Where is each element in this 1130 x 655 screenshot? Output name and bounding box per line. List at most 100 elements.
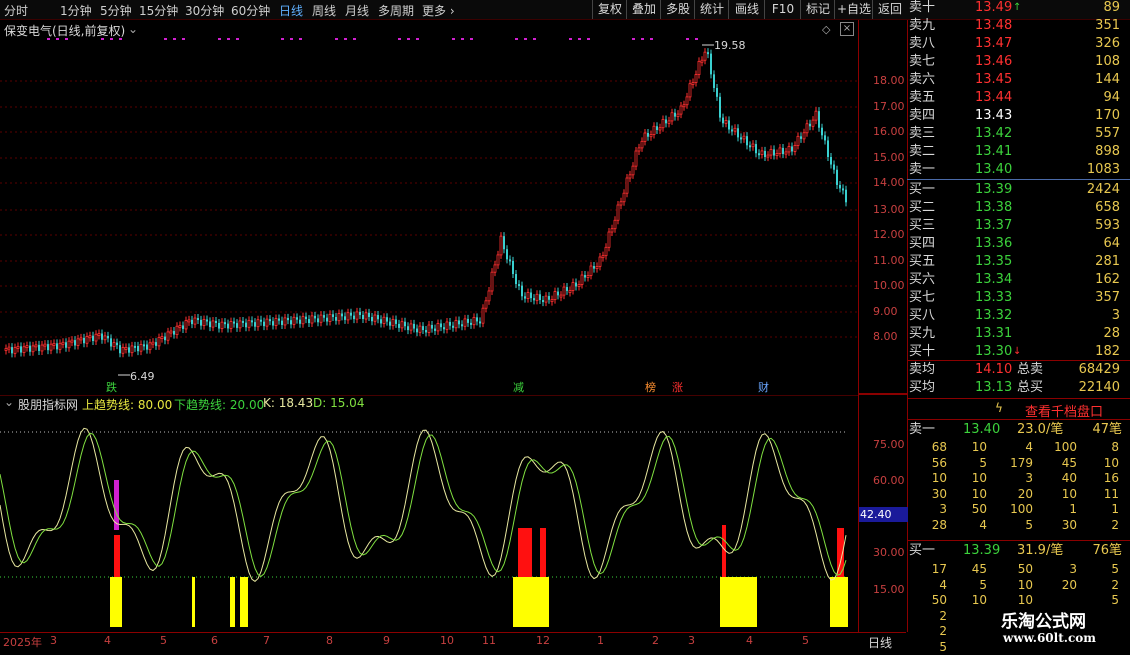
signal-dot — [335, 38, 338, 40]
bid-level-row[interactable]: 买七 13.33 357 — [907, 289, 1130, 307]
period-tab-fenshi[interactable]: 分时 — [4, 2, 28, 19]
bid-level-row[interactable]: 买四 13.36 64 — [907, 235, 1130, 253]
candle-body — [658, 127, 662, 131]
up-trend-label: 上趋势线: 80.00 — [82, 398, 173, 412]
event-marker-zhang[interactable]: 涨 — [672, 379, 683, 395]
candle-body — [400, 321, 404, 329]
event-marker-bang[interactable]: 榜 — [645, 379, 656, 395]
level-price: 13.31 — [975, 326, 1013, 341]
ask-level-row[interactable]: 卖七 13.46 108 — [907, 53, 1130, 71]
ask-level-row[interactable]: 卖十 13.49 ↑ 89 — [907, 0, 1130, 17]
signal-dot — [515, 38, 518, 40]
bid-level-row[interactable]: 买二 13.38 658 — [907, 199, 1130, 217]
candle-body — [598, 256, 602, 267]
period-tab-daily[interactable]: 日线 — [279, 2, 303, 19]
view-depth-button[interactable]: 查看千档盘口 — [1025, 401, 1103, 420]
chevron-down-icon[interactable]: ⌄ — [128, 22, 138, 36]
bid-level-row[interactable]: 买八 13.32 3 — [907, 307, 1130, 325]
ask-level-row[interactable]: 卖八 13.47 326 — [907, 35, 1130, 53]
bid-level-row[interactable]: 买五 13.35 281 — [907, 253, 1130, 271]
candle-body — [670, 112, 674, 122]
back-button[interactable]: 返回 — [872, 0, 907, 19]
period-tab-1min[interactable]: 1分钟 — [60, 2, 92, 19]
bid-level-row[interactable]: 买三 13.37 593 — [907, 217, 1130, 235]
k-value-label: K: 18.43 — [263, 396, 314, 410]
view-depth-bar: ϟ 查看千档盘口 — [907, 398, 1130, 420]
candle-body — [58, 342, 62, 350]
candle-body — [526, 292, 530, 299]
candlestick-chart[interactable]: 保变电气(日线,前复权) ⌄ ◇ × 19.58 6.49 跌 减 榜 涨 财 — [0, 20, 858, 395]
event-marker-cai[interactable]: 财 — [758, 379, 769, 395]
candle-body — [245, 322, 247, 328]
bid1-summary: 买一 13.39 31.9/笔 76笔 — [907, 542, 1130, 560]
ask-level-row[interactable]: 卖五 13.44 94 — [907, 89, 1130, 107]
candle-body — [604, 246, 608, 257]
candle-body — [76, 338, 80, 346]
candle-body — [260, 319, 262, 322]
ask-level-row[interactable]: 卖二 13.41 898 — [907, 143, 1130, 161]
ask1-per-trade: 23.0/笔 — [1017, 422, 1064, 437]
ask-level-row[interactable]: 卖四 13.43 170 — [907, 107, 1130, 125]
candle-body — [458, 320, 460, 325]
period-tab-5min[interactable]: 5分钟 — [100, 2, 132, 19]
ask-level-row[interactable]: 卖六 13.45 144 — [907, 71, 1130, 89]
candle-body — [344, 316, 346, 320]
bid-level-row[interactable]: 买六 13.34 162 — [907, 271, 1130, 289]
signal-bar — [110, 577, 122, 627]
period-tab-multi[interactable]: 多周期 — [378, 2, 414, 19]
ask-level-row[interactable]: 卖一 13.40 1083 — [907, 161, 1130, 179]
candle-body — [247, 319, 251, 328]
bid-level-row[interactable]: 买一 13.39 2424 — [907, 181, 1130, 199]
multi-stock-button[interactable]: 多股 — [660, 0, 695, 19]
event-marker-die[interactable]: 跌 — [106, 379, 117, 395]
queue-row: 10 10 3 40 16 — [907, 471, 1130, 486]
chevron-down-icon[interactable]: ⌄ — [4, 395, 14, 409]
candle-body — [61, 341, 65, 345]
mark-button[interactable]: 标记 — [800, 0, 835, 19]
candle-body — [359, 311, 361, 315]
candle-body — [350, 312, 352, 316]
close-pane-icon[interactable]: × — [840, 22, 854, 36]
period-tab-30min[interactable]: 30分钟 — [185, 2, 224, 19]
signal-bar — [830, 577, 848, 627]
candle-body — [418, 325, 422, 333]
stats-button[interactable]: 统计 — [694, 0, 729, 19]
draw-line-button[interactable]: 画线 — [728, 0, 765, 19]
ask-level-row[interactable]: 卖九 13.48 351 — [907, 17, 1130, 35]
level-volume: 182 — [1095, 344, 1120, 359]
candle-body — [386, 317, 388, 322]
candle-body — [335, 317, 337, 321]
candle-body — [382, 316, 386, 324]
period-label[interactable]: 日线 — [868, 634, 892, 651]
bid-level-row[interactable]: 买九 13.31 28 — [907, 325, 1130, 343]
period-tab-15min[interactable]: 15分钟 — [139, 2, 178, 19]
candle-body — [191, 319, 193, 325]
diamond-icon[interactable]: ◇ — [822, 23, 830, 36]
period-tab-60min[interactable]: 60分钟 — [231, 2, 270, 19]
divider — [907, 540, 1130, 541]
f10-button[interactable]: F10 — [764, 0, 801, 19]
overlay-button[interactable]: 叠加 — [626, 0, 661, 19]
period-tab-monthly[interactable]: 月线 — [345, 2, 369, 19]
queue-row: 28 4 5 30 2 — [907, 518, 1130, 533]
candle-body — [533, 298, 535, 301]
candle-body — [371, 316, 373, 322]
price-tick: 10.00 — [873, 279, 905, 292]
fuquan-button[interactable]: 复权 — [592, 0, 627, 19]
candle-body — [631, 165, 635, 176]
level-label: 买八 — [909, 308, 936, 323]
bid-level-row[interactable]: 买十 13.30 ↓ 182 — [907, 343, 1130, 361]
candle-body — [833, 164, 835, 170]
candle-body — [341, 313, 343, 317]
period-tab-weekly[interactable]: 周线 — [312, 2, 336, 19]
queue-cell: 16 — [1103, 471, 1119, 485]
indicator-chart[interactable]: ⌄ 股朋指标网 上趋势线: 80.00 下趋势线: 20.00 K: 18.43… — [0, 394, 858, 632]
candle-body — [283, 317, 287, 326]
event-marker-jian[interactable]: 减 — [513, 379, 524, 395]
ask-level-row[interactable]: 卖三 13.42 557 — [907, 125, 1130, 143]
level-label: 卖十 — [909, 0, 936, 15]
alert-bar — [114, 535, 120, 577]
period-tab-more[interactable]: 更多 › — [422, 2, 455, 19]
add-watchlist-button[interactable]: +自选 — [834, 0, 873, 19]
queue-cell: 3 — [939, 502, 947, 516]
